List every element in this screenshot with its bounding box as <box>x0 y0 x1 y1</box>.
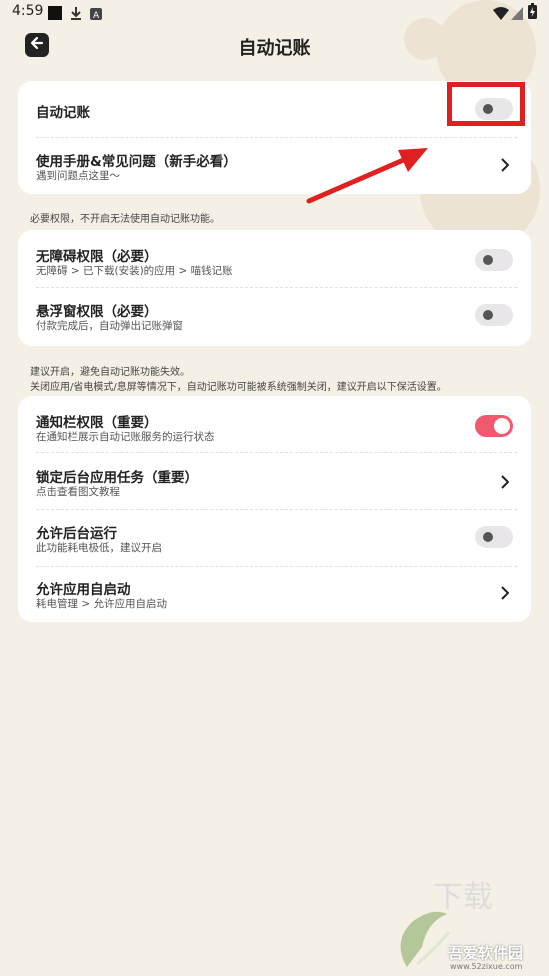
auto-record-label: 自动记账 <box>36 105 90 121</box>
status-time: 4:59 <box>12 3 44 19</box>
accessibility-subtitle: 无障碍 > 已下载(安装)的应用 > 喵钱记账 <box>36 265 233 277</box>
background-run-toggle[interactable] <box>475 526 513 548</box>
chevron-right-icon <box>501 474 510 493</box>
notify-subtitle: 在通知栏展示自动记账服务的运行状态 <box>36 431 215 443</box>
recommend-note-line2: 关闭应用/省电模式/息屏等情况下，自动记账功可能被系统强制关闭，建议开启以下保活… <box>30 382 447 393</box>
red-arrow-icon <box>306 148 428 204</box>
lock-task-subtitle: 点击查看图文教程 <box>36 486 120 498</box>
background-run-title: 允许后台运行 <box>36 526 117 542</box>
status-bar: 4:59 A <box>0 0 549 24</box>
accessibility-title: 无障碍权限（必要） <box>36 249 158 265</box>
header: 自动记账 <box>0 28 549 62</box>
decor-bubble <box>488 200 510 222</box>
background-run-subtitle: 此功能耗电极低，建议开启 <box>36 542 162 554</box>
watermark-brand: 吾爱软件园 <box>448 944 524 962</box>
square-icon <box>48 5 62 24</box>
autostart-title: 允许应用自启动 <box>36 582 131 598</box>
card-required-permissions: 无障碍权限（必要） 无障碍 > 已下载(安装)的应用 > 喵钱记账 悬浮窗权限（… <box>18 230 531 346</box>
chevron-right-icon <box>501 585 510 604</box>
notify-toggle[interactable] <box>475 415 513 437</box>
toggle-knob <box>483 310 493 320</box>
page-title: 自动记账 <box>238 38 311 59</box>
manual-faq-row[interactable]: 使用手册&常见问题（新手必看） 遇到问题点这里～ <box>18 138 531 194</box>
highlight-box <box>447 82 525 126</box>
autostart-subtitle: 耗电管理 > 允许应用自启动 <box>36 598 167 610</box>
toggle-knob <box>494 418 510 434</box>
overlay-subtitle: 付款完成后，自动弹出记账弹窗 <box>36 320 183 332</box>
overlay-title: 悬浮窗权限（必要） <box>36 304 158 320</box>
card-keepalive: 通知栏权限（重要） 在通知栏展示自动记账服务的运行状态 锁定后台应用任务（重要）… <box>18 396 531 622</box>
watermark: 下载 吾爱软件园 www.52zixue.com <box>393 880 543 971</box>
lock-task-row[interactable]: 锁定后台应用任务（重要） 点击查看图文教程 <box>18 453 531 509</box>
a-icon: A <box>90 5 102 24</box>
recommend-note-line1: 建议开启，避免自动记账功能失效。 <box>30 367 190 378</box>
accessibility-toggle[interactable] <box>475 249 513 271</box>
wifi-icon <box>493 5 509 24</box>
signal-icon <box>511 5 523 24</box>
chevron-right-icon <box>501 157 510 176</box>
overlay-row[interactable]: 悬浮窗权限（必要） 付款完成后，自动弹出记账弹窗 <box>18 288 531 346</box>
notify-row[interactable]: 通知栏权限（重要） 在通知栏展示自动记账服务的运行状态 <box>18 396 531 452</box>
required-note: 必要权限，不开启无法使用自动记账功能。 <box>30 214 220 225</box>
toggle-knob <box>483 255 493 265</box>
manual-faq-subtitle: 遇到问题点这里～ <box>36 170 120 182</box>
svg-text:A: A <box>93 11 100 20</box>
background-run-row[interactable]: 允许后台运行 此功能耗电极低，建议开启 <box>18 510 531 566</box>
notify-title: 通知栏权限（重要） <box>36 415 158 431</box>
lock-task-title: 锁定后台应用任务（重要） <box>36 470 198 486</box>
watermark-url: www.52zixue.com <box>450 962 523 971</box>
toggle-knob <box>483 532 493 542</box>
accessibility-row[interactable]: 无障碍权限（必要） 无障碍 > 已下载(安装)的应用 > 喵钱记账 <box>18 230 531 288</box>
watermark-big-text: 下载 <box>433 880 493 915</box>
overlay-toggle[interactable] <box>475 304 513 326</box>
battery-icon <box>528 3 537 23</box>
manual-faq-title: 使用手册&常见问题（新手必看） <box>36 154 237 170</box>
download-icon <box>70 5 82 24</box>
autostart-row[interactable]: 允许应用自启动 耗电管理 > 允许应用自启动 <box>18 567 531 622</box>
